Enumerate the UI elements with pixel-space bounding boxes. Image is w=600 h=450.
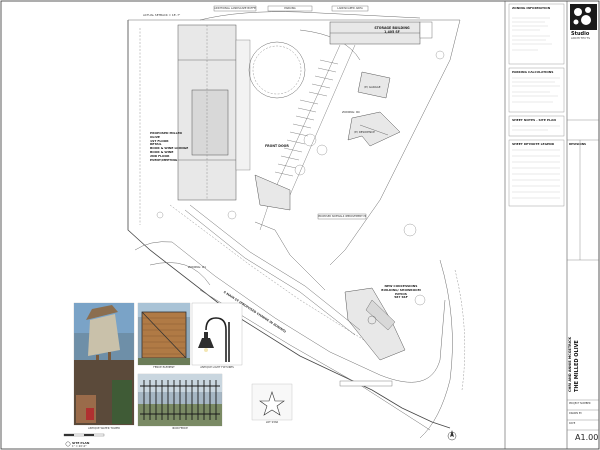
project-name: THE MILLED OLIVE bbox=[574, 340, 580, 392]
site-plan-drawing bbox=[0, 0, 600, 450]
info-panel-frames bbox=[508, 3, 565, 207]
landscape-area-label: LANDSCAPED AREA bbox=[337, 7, 363, 10]
north-arrow bbox=[447, 430, 457, 441]
easement-label: PROPOSED SIDEWALK IMPROVEMENT PROPERTY bbox=[318, 215, 366, 218]
lamp-photo bbox=[191, 302, 243, 366]
logo-graphic bbox=[570, 4, 597, 30]
front-door-label: FRONT DOOR bbox=[265, 144, 289, 148]
sheet-notes-title: SHEET NOTES - SITE PLAN bbox=[512, 118, 556, 122]
logo-subtext: ARCHITECTS bbox=[571, 37, 591, 40]
proposed-building-label: PROPOSED MILLED OLIVE 1ST FLOOR RETAIL B… bbox=[150, 131, 189, 162]
circular-lawn bbox=[248, 41, 306, 99]
garage-label: (E) GARAGE bbox=[364, 85, 381, 89]
title-row-date: DATE bbox=[569, 422, 576, 425]
zoning-rc-label: ZONING: RC bbox=[342, 110, 361, 114]
title-row-drawn-by: DRAWN BY bbox=[569, 412, 582, 415]
star-detail bbox=[251, 383, 293, 421]
drawing-sheet: STORAGE BUILDING 1,405 SF PROPOSED MILLE… bbox=[0, 0, 600, 450]
lamp-caption: ANTIQUE LIGHT FIXTURES bbox=[200, 366, 234, 369]
additional-buffer-label: ADDITIONAL LANDSCAPE BUFFER bbox=[214, 7, 256, 10]
wood-fence-photo bbox=[137, 302, 191, 366]
zoning-r1-label: ZONING: R1 bbox=[188, 265, 207, 269]
water-tower-photo bbox=[73, 302, 135, 426]
tower-caption: ANTIQUE WATER TOWER bbox=[88, 427, 120, 430]
revisions-title: REVISIONS bbox=[569, 142, 587, 146]
info-panel-lines bbox=[512, 17, 560, 199]
setback-label: ACTUAL SETBACK = 18'-7" bbox=[143, 13, 181, 17]
title-row-project-number: PROJECT NUMBER bbox=[569, 402, 591, 405]
iron-fence-caption: IRON FENCE bbox=[172, 427, 188, 430]
scale-value: 1" = 20'-0" bbox=[72, 445, 87, 448]
fence-caption: FENCE ELEMENT bbox=[153, 366, 175, 369]
residence-label: (E) RESIDENCE bbox=[354, 130, 375, 134]
zoning-info-title: ZONING INFORMATION bbox=[512, 6, 551, 10]
existing-residence bbox=[347, 111, 401, 147]
parking-label: PARKING bbox=[284, 7, 296, 10]
iron-fence-photo bbox=[137, 373, 223, 427]
main-building bbox=[177, 24, 251, 201]
sheet-number: A1.00 bbox=[575, 433, 599, 442]
star-caption: LOT STAR bbox=[265, 421, 279, 424]
parking-calc-title: PARKING CALCULATIONS bbox=[512, 70, 554, 74]
showroom-label: NEW CONCESSIONS BUILDING/ SHOWROOM PATIO… bbox=[381, 284, 421, 300]
storage-building-label: STORAGE BUILDING 1,405 SF bbox=[374, 26, 410, 34]
project-owner: CHRI AND ANNIE MCGETRICK bbox=[568, 336, 572, 392]
keynote-legend-title: SHEET KEYNOTE LEGEND bbox=[512, 142, 555, 146]
